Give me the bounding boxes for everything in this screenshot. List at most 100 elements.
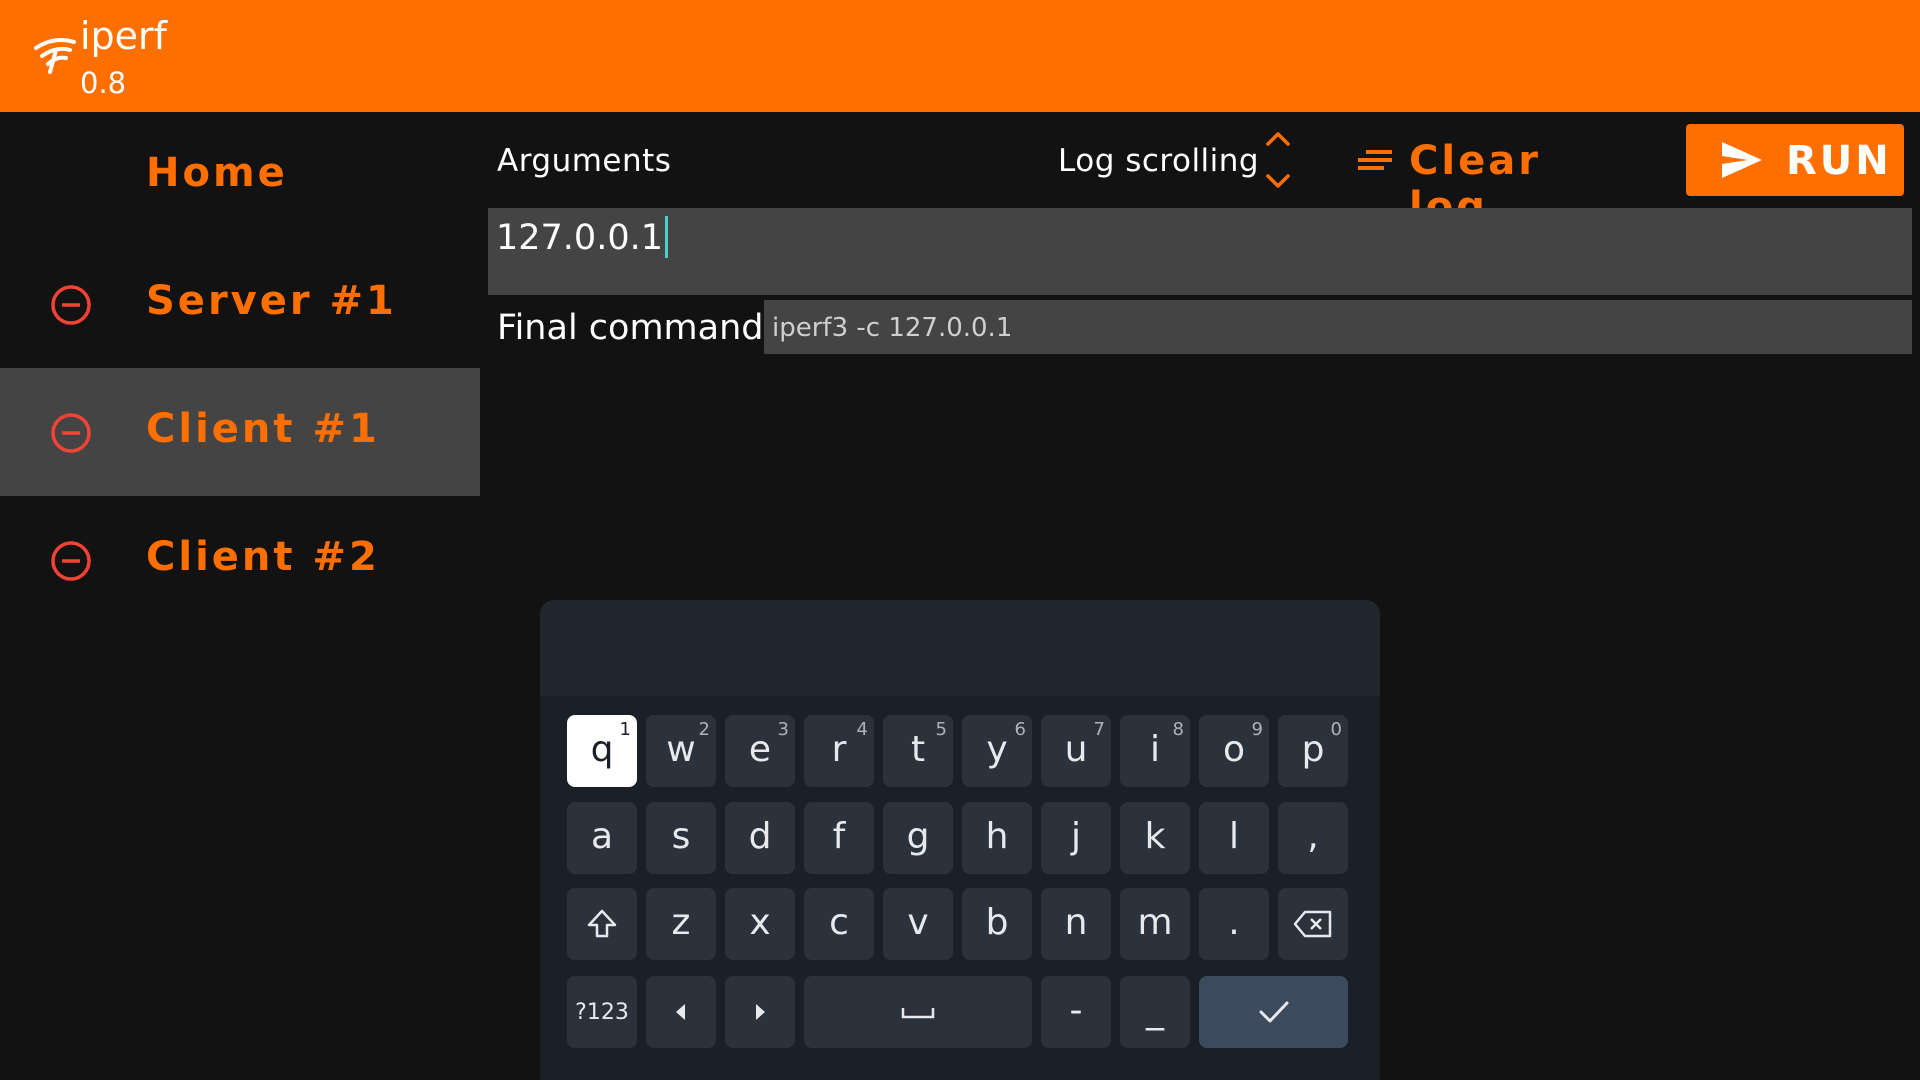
wifi-logo-icon bbox=[34, 38, 76, 74]
key-char: z bbox=[671, 902, 691, 943]
key-char: h bbox=[985, 816, 1009, 857]
sidebar: Home Server #1 Client #1 Client #2 bbox=[0, 112, 480, 1080]
shift-icon bbox=[587, 909, 617, 938]
app-title: iperf bbox=[80, 14, 168, 58]
arguments-value-wrap: 127.0.0.1 bbox=[496, 216, 668, 260]
key-hint: 9 bbox=[1251, 719, 1263, 740]
sidebar-item-label: Client #1 bbox=[146, 406, 380, 452]
key-v[interactable]: v bbox=[883, 888, 953, 960]
log-scrolling-toggle-icon[interactable] bbox=[1262, 124, 1294, 196]
key-comma[interactable]: , bbox=[1278, 802, 1348, 874]
key-b[interactable]: b bbox=[962, 888, 1032, 960]
key-t[interactable]: t5 bbox=[883, 715, 953, 787]
sidebar-item-label: Client #2 bbox=[146, 534, 380, 580]
key-char: b bbox=[985, 902, 1009, 943]
final-command-value: iperf3 -c 127.0.0.1 bbox=[772, 313, 1013, 343]
text-caret bbox=[665, 216, 668, 258]
key-g[interactable]: g bbox=[883, 802, 953, 874]
app-root: iperf 0.8 Home Server #1 Client #1 Clien… bbox=[0, 0, 1920, 1080]
key-hint: 3 bbox=[777, 719, 789, 740]
key-m[interactable]: m bbox=[1120, 888, 1190, 960]
send-icon bbox=[1722, 142, 1762, 178]
key-char: c bbox=[829, 902, 849, 943]
sidebar-item-client-2[interactable]: Client #2 bbox=[0, 496, 480, 624]
key-j[interactable]: j bbox=[1041, 802, 1111, 874]
key-period[interactable]: . bbox=[1199, 888, 1269, 960]
log-scrolling-label: Log scrolling bbox=[1058, 143, 1260, 179]
key-hint: 5 bbox=[935, 719, 947, 740]
arguments-input[interactable]: 127.0.0.1 bbox=[488, 208, 1912, 295]
key-y[interactable]: y6 bbox=[962, 715, 1032, 787]
run-button[interactable]: RUN bbox=[1686, 124, 1904, 196]
key-underscore[interactable]: _ bbox=[1120, 976, 1190, 1048]
final-command-label: Final command bbox=[497, 308, 764, 348]
sidebar-item-server-1[interactable]: Server #1 bbox=[0, 240, 480, 368]
check-icon bbox=[1259, 1001, 1289, 1023]
key-z[interactable]: z bbox=[646, 888, 716, 960]
key-char: ?123 bbox=[575, 1000, 629, 1025]
key-q[interactable]: q1 bbox=[567, 715, 637, 787]
app-bar: iperf 0.8 bbox=[0, 0, 1920, 112]
key-s[interactable]: s bbox=[646, 802, 716, 874]
clear-log-button[interactable]: Clear log bbox=[1352, 134, 1612, 230]
key-char: x bbox=[749, 902, 771, 943]
key-h[interactable]: h bbox=[962, 802, 1032, 874]
key-space[interactable] bbox=[804, 976, 1032, 1048]
key-hint: 2 bbox=[698, 719, 710, 740]
key-backspace[interactable] bbox=[1278, 888, 1348, 960]
key-char: - bbox=[1069, 990, 1083, 1031]
key-e[interactable]: e3 bbox=[725, 715, 795, 787]
sidebar-item-label: Server #1 bbox=[146, 278, 397, 324]
key-done[interactable] bbox=[1199, 976, 1348, 1048]
backspace-icon bbox=[1293, 910, 1332, 938]
key-u[interactable]: u7 bbox=[1041, 715, 1111, 787]
key-char: d bbox=[748, 816, 772, 857]
run-label: RUN bbox=[1786, 138, 1892, 184]
key-k[interactable]: k bbox=[1120, 802, 1190, 874]
key-cursor-left[interactable] bbox=[646, 976, 716, 1048]
key-shift[interactable] bbox=[567, 888, 637, 960]
key-f[interactable]: f bbox=[804, 802, 874, 874]
caret-right-icon bbox=[756, 1004, 765, 1020]
arguments-value: 127.0.0.1 bbox=[496, 218, 663, 258]
key-w[interactable]: w2 bbox=[646, 715, 716, 787]
on-screen-keyboard: q1 w2 e3 r4 t5 y6 u7 i8 o9 p0 a s d f g … bbox=[540, 600, 1380, 1080]
app-version: 0.8 bbox=[80, 66, 127, 100]
key-char: . bbox=[1228, 902, 1240, 943]
key-dash[interactable]: - bbox=[1041, 976, 1111, 1048]
key-cursor-right[interactable] bbox=[725, 976, 795, 1048]
key-char: a bbox=[590, 816, 614, 857]
key-char: k bbox=[1144, 816, 1166, 857]
key-char: g bbox=[906, 816, 930, 857]
caret-left-icon bbox=[676, 1004, 685, 1020]
key-char: v bbox=[907, 902, 929, 943]
key-char: s bbox=[671, 816, 691, 857]
key-x[interactable]: x bbox=[725, 888, 795, 960]
key-d[interactable]: d bbox=[725, 802, 795, 874]
sidebar-item-label: Home bbox=[146, 150, 288, 196]
final-command-field: iperf3 -c 127.0.0.1 bbox=[764, 300, 1912, 354]
key-char: _ bbox=[1146, 990, 1164, 1031]
key-symbols[interactable]: ?123 bbox=[567, 976, 637, 1048]
key-r[interactable]: r4 bbox=[804, 715, 874, 787]
key-o[interactable]: o9 bbox=[1199, 715, 1269, 787]
sidebar-item-client-1[interactable]: Client #1 bbox=[0, 368, 480, 496]
key-a[interactable]: a bbox=[567, 802, 637, 874]
keyboard-suggestion-strip bbox=[540, 600, 1380, 696]
remove-circle-icon[interactable] bbox=[50, 540, 92, 582]
remove-circle-icon[interactable] bbox=[50, 284, 92, 326]
key-char: , bbox=[1307, 816, 1319, 857]
remove-circle-icon[interactable] bbox=[50, 412, 92, 454]
key-hint: 1 bbox=[619, 719, 631, 740]
key-c[interactable]: c bbox=[804, 888, 874, 960]
key-hint: 0 bbox=[1330, 719, 1342, 740]
key-i[interactable]: i8 bbox=[1120, 715, 1190, 787]
key-n[interactable]: n bbox=[1041, 888, 1111, 960]
key-hint: 8 bbox=[1172, 719, 1184, 740]
sidebar-item-home[interactable]: Home bbox=[0, 112, 480, 240]
clear-log-icon bbox=[1358, 150, 1392, 170]
key-l[interactable]: l bbox=[1199, 802, 1269, 874]
key-p[interactable]: p0 bbox=[1278, 715, 1348, 787]
key-hint: 6 bbox=[1014, 719, 1026, 740]
arguments-label: Arguments bbox=[497, 143, 672, 179]
